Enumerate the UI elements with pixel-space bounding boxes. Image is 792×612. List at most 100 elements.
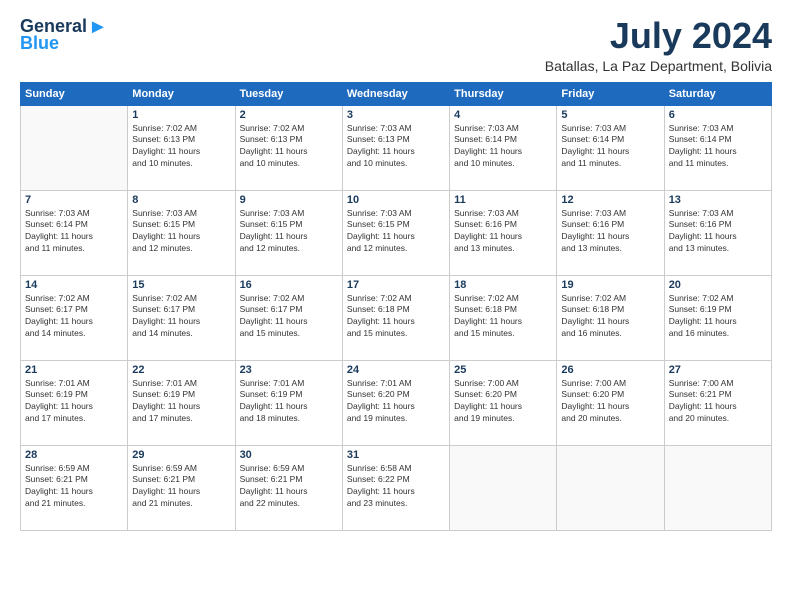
header-row: SundayMondayTuesdayWednesdayThursdayFrid… (21, 82, 772, 105)
day-info: Sunrise: 7:02 AM Sunset: 6:18 PM Dayligh… (561, 293, 659, 341)
day-number: 17 (347, 279, 445, 291)
day-info: Sunrise: 6:59 AM Sunset: 6:21 PM Dayligh… (240, 463, 338, 511)
day-cell: 15 Sunrise: 7:02 AM Sunset: 6:17 PM Dayli… (128, 275, 235, 360)
title-block: July 2024 Batallas, La Paz Department, B… (545, 16, 772, 74)
day-number: 15 (132, 279, 230, 291)
day-cell: 23Sunrise: 7:01 AM Sunset: 6:19 PM Dayli… (235, 360, 342, 445)
day-number: 9 (240, 194, 338, 206)
day-cell: 18Sunrise: 7:02 AM Sunset: 6:18 PM Dayli… (450, 275, 557, 360)
day-cell: 31 Sunrise: 6:58 AM Sunset: 6:22 PM Dayli… (342, 445, 449, 530)
day-cell: 25Sunrise: 7:00 AM Sunset: 6:20 PM Dayli… (450, 360, 557, 445)
day-number: 10 (347, 194, 445, 206)
day-info: Sunrise: 6:59 AM Sunset: 6:21 PM Dayligh… (25, 463, 123, 511)
week-row-1: 1 Sunrise: 7:02 AM Sunset: 6:13 PM Daylig… (21, 105, 772, 190)
header-cell-saturday: Saturday (664, 82, 771, 105)
header-cell-wednesday: Wednesday (342, 82, 449, 105)
day-cell: 13 Sunrise: 7:03 AM Sunset: 6:16 PM Dayli… (664, 190, 771, 275)
logo-blue: Blue (20, 33, 59, 54)
day-cell: 11 Sunrise: 7:03 AM Sunset: 6:16 PM Dayli… (450, 190, 557, 275)
day-info: Sunrise: 6:58 AM Sunset: 6:22 PM Dayligh… (347, 463, 445, 511)
day-info: Sunrise: 7:01 AM Sunset: 6:19 PM Dayligh… (25, 378, 123, 426)
header-cell-friday: Friday (557, 82, 664, 105)
day-cell: 9 Sunrise: 7:03 AM Sunset: 6:15 PM Daylig… (235, 190, 342, 275)
calendar-header: SundayMondayTuesdayWednesdayThursdayFrid… (21, 82, 772, 105)
day-info: Sunrise: 7:00 AM Sunset: 6:21 PM Dayligh… (669, 378, 767, 426)
header-cell-thursday: Thursday (450, 82, 557, 105)
day-info: Sunrise: 7:03 AM Sunset: 6:15 PM Dayligh… (240, 208, 338, 256)
day-cell: 20Sunrise: 7:02 AM Sunset: 6:19 PM Dayli… (664, 275, 771, 360)
day-number: 30 (240, 449, 338, 461)
week-row-4: 21 Sunrise: 7:01 AM Sunset: 6:19 PM Dayli… (21, 360, 772, 445)
day-info: Sunrise: 7:02 AM Sunset: 6:18 PM Dayligh… (347, 293, 445, 341)
day-number: 24 (347, 364, 445, 376)
day-cell: 17 Sunrise: 7:02 AM Sunset: 6:18 PM Dayli… (342, 275, 449, 360)
day-info: Sunrise: 7:02 AM Sunset: 6:17 PM Dayligh… (240, 293, 338, 341)
day-number: 7 (25, 194, 123, 206)
page: General ► Blue July 2024 Batallas, La Pa… (0, 0, 792, 612)
day-info: Sunrise: 7:03 AM Sunset: 6:13 PM Dayligh… (347, 123, 445, 171)
week-row-3: 14Sunrise: 7:02 AM Sunset: 6:17 PM Dayli… (21, 275, 772, 360)
week-row-5: 28 Sunrise: 6:59 AM Sunset: 6:21 PM Dayli… (21, 445, 772, 530)
day-cell: 1 Sunrise: 7:02 AM Sunset: 6:13 PM Daylig… (128, 105, 235, 190)
day-cell: 2Sunrise: 7:02 AM Sunset: 6:13 PM Daylig… (235, 105, 342, 190)
day-cell: 27Sunrise: 7:00 AM Sunset: 6:21 PM Dayli… (664, 360, 771, 445)
day-info: Sunrise: 7:03 AM Sunset: 6:15 PM Dayligh… (132, 208, 230, 256)
day-info: Sunrise: 7:03 AM Sunset: 6:14 PM Dayligh… (561, 123, 659, 171)
day-number: 11 (454, 194, 552, 206)
day-number: 26 (561, 364, 659, 376)
location-subtitle: Batallas, La Paz Department, Bolivia (545, 58, 772, 74)
logo: General ► Blue (20, 16, 108, 54)
day-cell: 26Sunrise: 7:00 AM Sunset: 6:20 PM Dayli… (557, 360, 664, 445)
day-info: Sunrise: 7:02 AM Sunset: 6:17 PM Dayligh… (132, 293, 230, 341)
header: General ► Blue July 2024 Batallas, La Pa… (20, 16, 772, 74)
logo-arrow-icon: ► (88, 17, 108, 37)
day-cell: 4Sunrise: 7:03 AM Sunset: 6:14 PM Daylig… (450, 105, 557, 190)
day-number: 4 (454, 109, 552, 121)
day-info: Sunrise: 6:59 AM Sunset: 6:21 PM Dayligh… (132, 463, 230, 511)
day-cell: 28 Sunrise: 6:59 AM Sunset: 6:21 PM Dayli… (21, 445, 128, 530)
week-row-2: 7 Sunrise: 7:03 AM Sunset: 6:14 PM Daylig… (21, 190, 772, 275)
day-number: 31 (347, 449, 445, 461)
day-cell: 21 Sunrise: 7:01 AM Sunset: 6:19 PM Dayli… (21, 360, 128, 445)
day-info: Sunrise: 7:02 AM Sunset: 6:17 PM Dayligh… (25, 293, 123, 341)
day-cell: 7 Sunrise: 7:03 AM Sunset: 6:14 PM Daylig… (21, 190, 128, 275)
day-cell (557, 445, 664, 530)
day-cell: 6 Sunrise: 7:03 AM Sunset: 6:14 PM Daylig… (664, 105, 771, 190)
calendar-body: 1 Sunrise: 7:02 AM Sunset: 6:13 PM Daylig… (21, 105, 772, 530)
day-info: Sunrise: 7:02 AM Sunset: 6:19 PM Dayligh… (669, 293, 767, 341)
day-cell (664, 445, 771, 530)
day-info: Sunrise: 7:01 AM Sunset: 6:20 PM Dayligh… (347, 378, 445, 426)
day-cell: 10 Sunrise: 7:03 AM Sunset: 6:15 PM Dayli… (342, 190, 449, 275)
day-number: 21 (25, 364, 123, 376)
day-number: 18 (454, 279, 552, 291)
day-info: Sunrise: 7:01 AM Sunset: 6:19 PM Dayligh… (132, 378, 230, 426)
day-number: 28 (25, 449, 123, 461)
day-cell: 14Sunrise: 7:02 AM Sunset: 6:17 PM Dayli… (21, 275, 128, 360)
day-number: 1 (132, 109, 230, 121)
day-info: Sunrise: 7:03 AM Sunset: 6:16 PM Dayligh… (454, 208, 552, 256)
day-number: 16 (240, 279, 338, 291)
day-number: 13 (669, 194, 767, 206)
day-info: Sunrise: 7:03 AM Sunset: 6:16 PM Dayligh… (669, 208, 767, 256)
day-cell: 12Sunrise: 7:03 AM Sunset: 6:16 PM Dayli… (557, 190, 664, 275)
day-number: 5 (561, 109, 659, 121)
day-number: 3 (347, 109, 445, 121)
day-number: 12 (561, 194, 659, 206)
day-number: 29 (132, 449, 230, 461)
day-info: Sunrise: 7:02 AM Sunset: 6:13 PM Dayligh… (132, 123, 230, 171)
day-number: 8 (132, 194, 230, 206)
day-info: Sunrise: 7:03 AM Sunset: 6:14 PM Dayligh… (669, 123, 767, 171)
day-cell: 19Sunrise: 7:02 AM Sunset: 6:18 PM Dayli… (557, 275, 664, 360)
day-info: Sunrise: 7:03 AM Sunset: 6:15 PM Dayligh… (347, 208, 445, 256)
day-cell: 24 Sunrise: 7:01 AM Sunset: 6:20 PM Dayli… (342, 360, 449, 445)
day-info: Sunrise: 7:03 AM Sunset: 6:14 PM Dayligh… (25, 208, 123, 256)
day-number: 22 (132, 364, 230, 376)
day-cell: 16 Sunrise: 7:02 AM Sunset: 6:17 PM Dayli… (235, 275, 342, 360)
day-number: 25 (454, 364, 552, 376)
day-number: 6 (669, 109, 767, 121)
day-info: Sunrise: 7:02 AM Sunset: 6:13 PM Dayligh… (240, 123, 338, 171)
day-cell: 29 Sunrise: 6:59 AM Sunset: 6:21 PM Dayli… (128, 445, 235, 530)
month-year-title: July 2024 (545, 16, 772, 56)
header-cell-monday: Monday (128, 82, 235, 105)
day-cell: 22 Sunrise: 7:01 AM Sunset: 6:19 PM Dayli… (128, 360, 235, 445)
